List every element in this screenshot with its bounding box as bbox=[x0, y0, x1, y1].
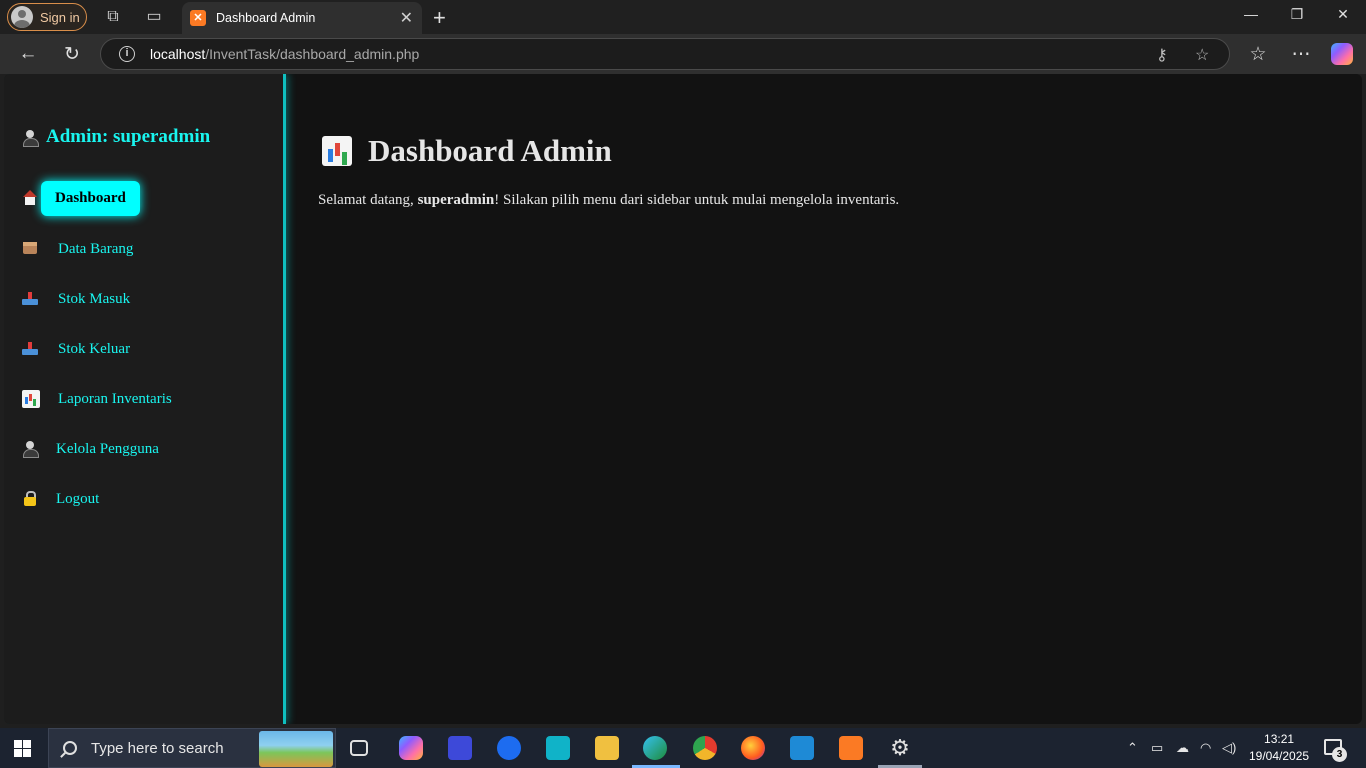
sidebar: Admin: superadmin Dashboard Data Barang … bbox=[4, 74, 286, 724]
windows-taskbar: Type here to search ⚙ ⌃ ▭ ☁ ◠ ◁) 13:21 1… bbox=[0, 728, 1366, 768]
xampp-icon[interactable] bbox=[839, 736, 863, 760]
inbox-tray-icon bbox=[22, 290, 40, 308]
file-explorer-icon[interactable] bbox=[595, 736, 619, 760]
close-window-icon[interactable]: ✕ bbox=[1333, 6, 1353, 23]
copilot-icon[interactable] bbox=[1331, 43, 1353, 65]
tray-chevron-up-icon[interactable]: ⌃ bbox=[1127, 740, 1138, 756]
app-taskbar-icon[interactable] bbox=[448, 736, 472, 760]
profile-avatar-icon bbox=[11, 6, 33, 28]
sidebar-item-label: Stok Masuk bbox=[58, 290, 131, 307]
page-viewport: Admin: superadmin Dashboard Data Barang … bbox=[4, 74, 1362, 724]
bar-chart-icon bbox=[322, 136, 352, 166]
refresh-icon[interactable]: ↻ bbox=[60, 43, 84, 66]
page-title: Dashboard Admin bbox=[322, 133, 612, 169]
sidebar-title-text: Admin: superadmin bbox=[46, 126, 211, 147]
app-bolt-icon[interactable] bbox=[546, 736, 570, 760]
url-path: /InventTask/dashboard_admin.php bbox=[205, 46, 420, 62]
browser-tab-bar: Sign in ⧉ ▭ ✕ Dashboard Admin ✕ + — ❐ ✕ bbox=[0, 0, 1366, 34]
sidebar-item-label: Logout bbox=[56, 490, 100, 507]
taskbar-clock[interactable]: 13:21 19/04/2025 bbox=[1249, 731, 1309, 765]
task-view-icon[interactable] bbox=[350, 740, 368, 756]
welcome-suffix: ! Silakan pilih menu dari sidebar untuk … bbox=[494, 192, 900, 208]
bar-chart-icon bbox=[22, 390, 40, 408]
sidebar-item-label: Dashboard bbox=[41, 181, 140, 216]
key-icon[interactable]: ⚷ bbox=[1156, 45, 1168, 65]
sidebar-item-label: Laporan Inventaris bbox=[58, 390, 172, 407]
new-tab-button[interactable]: + bbox=[433, 5, 446, 31]
taskbar-search-box[interactable]: Type here to search bbox=[48, 728, 336, 768]
vscode-icon[interactable] bbox=[790, 736, 814, 760]
volume-icon[interactable]: ◁) bbox=[1222, 740, 1236, 756]
close-tab-icon[interactable]: ✕ bbox=[400, 8, 413, 28]
sidebar-item-label: Kelola Pengguna bbox=[56, 440, 159, 457]
search-highlight-image bbox=[259, 731, 333, 767]
minimize-icon[interactable]: — bbox=[1241, 6, 1261, 22]
sidebar-item-data-barang[interactable]: Data Barang bbox=[22, 240, 133, 258]
sidebar-item-laporan-inventaris[interactable]: Laporan Inventaris bbox=[22, 390, 172, 408]
site-info-icon[interactable]: i bbox=[119, 46, 135, 62]
sign-in-label: Sign in bbox=[40, 9, 80, 25]
person-icon bbox=[22, 440, 40, 458]
outbox-tray-icon bbox=[22, 340, 40, 358]
sidebar-item-label: Stok Keluar bbox=[58, 340, 131, 357]
box-icon bbox=[22, 240, 40, 258]
workspaces-icon[interactable]: ⧉ bbox=[103, 7, 123, 27]
welcome-prefix: Selamat datang, bbox=[318, 192, 418, 208]
edge-browser-icon[interactable] bbox=[643, 736, 667, 760]
tab-dashboard-admin[interactable]: ✕ Dashboard Admin ✕ bbox=[182, 2, 422, 34]
address-bar[interactable]: i localhost /InventTask/dashboard_admin.… bbox=[100, 38, 1230, 70]
tab-actions-icon[interactable]: ▭ bbox=[144, 7, 164, 27]
zoom-icon[interactable] bbox=[497, 736, 521, 760]
admin-person-icon bbox=[22, 129, 39, 147]
windows-start-icon[interactable] bbox=[14, 740, 31, 757]
page-title-text: Dashboard Admin bbox=[368, 133, 612, 168]
clock-time: 13:21 bbox=[1264, 732, 1295, 746]
sidebar-item-label: Data Barang bbox=[58, 240, 134, 257]
notification-count-badge: 3 bbox=[1332, 747, 1347, 762]
settings-gear-icon[interactable]: ⚙ bbox=[888, 736, 912, 760]
favorite-star-icon[interactable]: ☆ bbox=[1195, 45, 1209, 65]
sidebar-item-dashboard[interactable]: Dashboard bbox=[22, 181, 140, 216]
clock-date: 19/04/2025 bbox=[1249, 749, 1310, 763]
house-icon bbox=[22, 189, 40, 208]
sidebar-item-stok-keluar[interactable]: Stok Keluar bbox=[22, 340, 130, 358]
wifi-icon[interactable]: ◠ bbox=[1200, 740, 1211, 756]
favorites-list-icon[interactable]: ☆ bbox=[1246, 43, 1270, 66]
firefox-icon[interactable] bbox=[741, 736, 765, 760]
tab-title: Dashboard Admin bbox=[216, 11, 316, 25]
address-toolbar: ← ↻ i localhost /InventTask/dashboard_ad… bbox=[0, 34, 1366, 74]
search-placeholder: Type here to search bbox=[91, 739, 224, 757]
onedrive-icon[interactable]: ☁ bbox=[1176, 740, 1189, 756]
xampp-favicon-icon: ✕ bbox=[190, 10, 206, 26]
welcome-message: Selamat datang, superadmin! Silakan pili… bbox=[318, 192, 899, 209]
sidebar-item-logout[interactable]: Logout bbox=[22, 490, 99, 508]
back-arrow-icon[interactable]: ← bbox=[16, 43, 40, 65]
sign-in-button[interactable]: Sign in bbox=[7, 3, 87, 31]
chrome-icon[interactable] bbox=[693, 736, 717, 760]
sidebar-title: Admin: superadmin bbox=[22, 126, 210, 148]
url-host: localhost bbox=[150, 46, 206, 62]
restore-icon[interactable]: ❐ bbox=[1287, 6, 1307, 23]
search-icon bbox=[63, 741, 77, 755]
copilot-taskbar-icon[interactable] bbox=[399, 736, 423, 760]
battery-icon[interactable]: ▭ bbox=[1151, 740, 1163, 756]
sidebar-item-kelola-pengguna[interactable]: Kelola Pengguna bbox=[22, 440, 159, 458]
sidebar-item-stok-masuk[interactable]: Stok Masuk bbox=[22, 290, 130, 308]
lock-icon bbox=[22, 490, 40, 508]
welcome-username: superadmin bbox=[417, 192, 495, 208]
more-menu-icon[interactable]: ⋯ bbox=[1289, 43, 1313, 66]
